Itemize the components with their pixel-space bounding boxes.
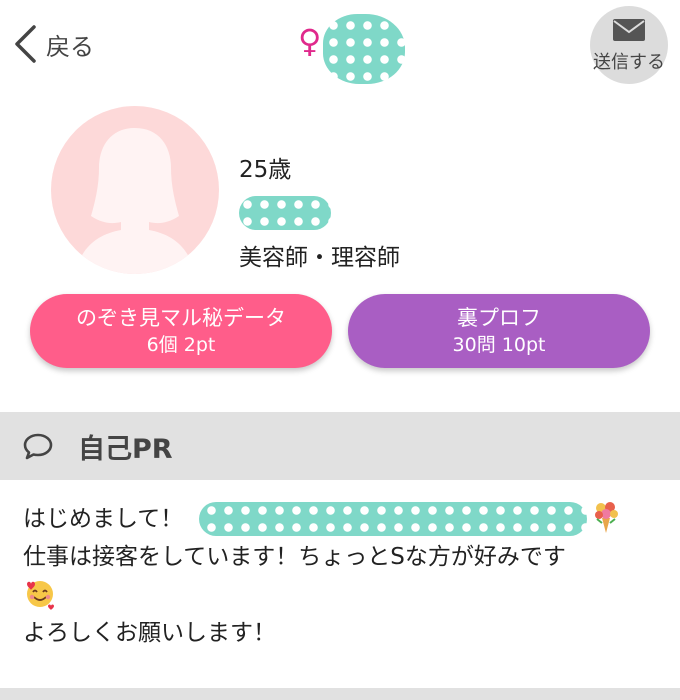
avatar[interactable] [51,106,219,274]
pr-redacted [199,502,587,536]
pr-line-1: はじめまして！ [23,500,663,538]
peek-button-title: のぞき見マル秘データ [76,306,286,330]
back-button[interactable]: 戻る [12,22,94,66]
age-text: 25歳 [239,157,292,183]
self-pr-text: はじめまして！ 仕事は接客をしています！ちょっとSな方が好みです よろしくお願い… [23,500,663,652]
envelope-icon [613,19,645,41]
female-icon: ♀ [298,22,322,60]
peek-button-sub: 6個 2pt [146,334,216,356]
username-redacted [323,14,405,84]
send-message-button[interactable]: 送信する [590,6,668,84]
silhouette-placeholder-icon [75,128,195,274]
section-title: 自己PR [78,433,173,465]
occupation-text: 美容師・理容師 [239,245,400,271]
bottom-divider [0,688,680,700]
area-redacted [239,196,331,230]
top-bar: 戻る ♀ 送信する [0,0,680,90]
pr-greeting: はじめまして！ [23,506,184,532]
profile-info: 25歳 美容師・理容師 [239,150,400,272]
smiling-face-with-hearts-emoji [27,581,54,610]
speech-bubble-icon [23,433,53,460]
chevron-left-icon [15,25,36,63]
ura-button-title: 裏プロフ [457,306,541,330]
ura-profile-button[interactable]: 裏プロフ 30問 10pt [348,294,650,368]
bouquet-emoji [595,502,618,533]
self-pr-header: 自己PR [0,412,680,480]
peek-secret-data-button[interactable]: のぞき見マル秘データ 6個 2pt [30,294,332,368]
ura-button-sub: 30問 10pt [452,334,546,356]
pr-line-3 [23,576,663,614]
send-label: 送信する [593,52,665,73]
pr-line-2: 仕事は接客をしています！ちょっとSな方が好みです [23,544,566,570]
back-label: 戻る [46,32,94,61]
pr-line-4: よろしくお願いします！ [23,620,276,646]
